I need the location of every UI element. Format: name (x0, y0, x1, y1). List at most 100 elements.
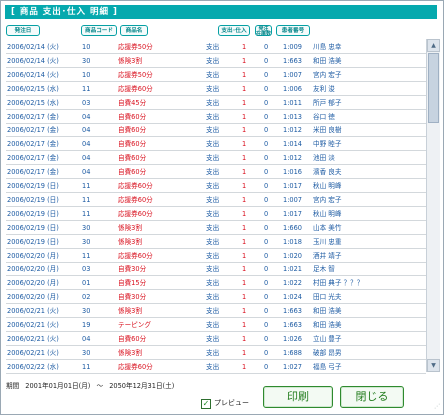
row-qty: 04 (82, 154, 91, 163)
header-code-button[interactable]: 商品コード (81, 25, 117, 36)
table-row[interactable]: 2006/02/20 (月) 03 自費30分 支出 1 0 1:021 足木 智 (6, 261, 426, 277)
table-row[interactable]: 2006/02/14 (火) 10 応援券50分 支出 1 0 1:007 宮内 宏子 (6, 67, 426, 82)
row-name: 応援券60分 (118, 362, 153, 371)
close-button[interactable]: 閉じる (340, 386, 404, 408)
print-button[interactable]: 印刷 (263, 386, 333, 408)
vertical-scrollbar[interactable]: ▲ ▼ (426, 39, 440, 372)
row-date: 2006/02/15 (水) (7, 98, 59, 107)
preview-checkbox[interactable]: ✓ プレビュー (201, 398, 249, 409)
row-who: 池田 淡 (313, 154, 335, 163)
table-row[interactable]: 2006/02/20 (月) 01 自費15分 支出 1 0 1:022 村田 典子 ？？？ (6, 275, 426, 291)
row-who: 田口 光夫 (313, 293, 342, 302)
row-zero: 0 (264, 43, 269, 51)
row-kind: 支出 (206, 321, 220, 329)
table-row[interactable]: 2006/02/19 (日) 11 応援券60分 支出 1 0 1:017 秋山 明峰 (6, 206, 426, 221)
row-name: 自費30分 (118, 265, 147, 274)
row-name: 応援券60分 (118, 251, 153, 260)
table-row[interactable]: 2006/02/21 (火) 30 係険3割 支出 1 0 1:663 和田 浩美 (6, 303, 426, 319)
check-icon[interactable]: ✓ (201, 399, 211, 409)
row-one: 1 (242, 223, 247, 232)
preview-label: プレビュー (214, 399, 249, 407)
table-row[interactable]: 2006/02/19 (日) 30 係険3割 支出 1 0 1:660 山本 美竹 (6, 220, 426, 235)
table-row[interactable]: 2006/02/17 (金) 04 自費60分 支出 1 0 1:013 谷口 徳 (6, 109, 426, 124)
row-date: 2006/02/17 (金) (7, 168, 59, 177)
row-qty: 04 (82, 334, 91, 343)
row-id: 1:022 (283, 279, 303, 288)
row-id: 1:663 (283, 321, 303, 329)
row-qty: 11 (82, 182, 91, 190)
row-who: 米田 良樹 (313, 126, 342, 135)
row-name: 係険3割 (118, 307, 142, 316)
table-row[interactable]: 2006/02/14 (火) 10 応援券50分 支出 1 0 1:009 川島 忠幸 (6, 39, 426, 54)
row-id: 1:021 (283, 265, 303, 274)
row-qty: 30 (82, 223, 91, 232)
row-one: 1 (242, 321, 247, 329)
row-one: 1 (242, 279, 247, 288)
table-row[interactable]: 2006/02/20 (月) 02 自費30分 支出 1 0 1:024 田口 光夫 (6, 289, 426, 305)
row-id: 1:024 (283, 293, 303, 302)
row-one: 1 (242, 362, 247, 371)
table-row[interactable]: 2006/02/17 (金) 04 自費60分 支出 1 0 1:012 米田 良樹 (6, 122, 426, 138)
row-name: 自費60分 (118, 168, 147, 177)
row-zero: 0 (264, 140, 269, 149)
row-qty: 03 (82, 98, 91, 107)
table-row[interactable]: 2006/02/14 (火) 30 係険3割 支出 1 0 1:663 和田 浩美 (6, 53, 426, 68)
row-kind: 支出 (206, 84, 220, 93)
table-row[interactable]: 2006/02/19 (日) 11 応援券60分 支出 1 0 1:017 秋山 明峰 (6, 178, 426, 193)
row-date: 2006/02/20 (月) (7, 279, 59, 288)
row-qty: 11 (82, 209, 91, 218)
row-zero: 0 (264, 279, 269, 288)
table-row[interactable]: 2006/02/17 (金) 04 自費60分 支出 1 0 1:012 池田 淡 (6, 150, 426, 166)
header-kind-button[interactable]: 支出･仕入 (218, 25, 250, 36)
table-row[interactable]: 2006/02/15 (水) 03 自費45分 支出 1 0 1:011 所戸 郁子 (6, 95, 426, 110)
header-stock-button[interactable]: 発注 在庫数 (255, 25, 272, 37)
table-row[interactable]: 2006/02/21 (火) 04 自費60分 支出 1 0 1:026 立山 豊子 (6, 331, 426, 346)
scroll-thumb[interactable] (428, 53, 439, 123)
row-one: 1 (242, 251, 247, 260)
row-zero: 0 (264, 362, 269, 371)
row-qty: 01 (82, 279, 91, 288)
row-id: 1:012 (283, 154, 303, 163)
header-date-button[interactable]: 発注日 (6, 25, 40, 36)
row-id: 1:012 (283, 126, 303, 135)
row-qty: 11 (82, 84, 91, 93)
row-one: 1 (242, 70, 247, 79)
row-who: 友利 浚 (313, 84, 335, 93)
row-one: 1 (242, 56, 247, 65)
row-name: 応援券60分 (118, 195, 153, 204)
row-who: 山本 美竹 (313, 223, 342, 232)
period-label: 期間 (6, 382, 20, 390)
row-kind: 支出 (206, 209, 220, 218)
row-kind: 支出 (206, 237, 220, 246)
table-row[interactable]: 2006/02/17 (金) 04 自費60分 支出 1 0 1:016 濱香 良夫 (6, 164, 426, 180)
row-qty: 11 (82, 251, 91, 260)
scroll-down-icon[interactable]: ▼ (427, 359, 440, 372)
row-name: 自費60分 (118, 334, 147, 343)
row-zero: 0 (264, 321, 269, 329)
row-kind: 支出 (206, 56, 220, 65)
row-zero: 0 (264, 98, 269, 107)
scroll-up-icon[interactable]: ▲ (427, 39, 440, 52)
header-customer-button[interactable]: 患者番号 (276, 25, 310, 36)
table-row[interactable]: 2006/02/21 (火) 19 テーピング 支出 1 0 1:663 和田 浩美 (6, 317, 426, 332)
row-who: 和田 浩美 (313, 321, 342, 329)
row-date: 2006/02/19 (日) (7, 209, 59, 218)
row-one: 1 (242, 126, 247, 135)
table-row[interactable]: 2006/02/22 (水) 11 応援券60分 支出 1 0 1:027 福島 弓子 (6, 359, 426, 374)
row-date: 2006/02/14 (火) (7, 43, 59, 51)
row-who: 川島 忠幸 (313, 43, 342, 51)
header-name-button[interactable]: 商品名 (120, 25, 148, 36)
row-date: 2006/02/17 (金) (7, 126, 59, 135)
row-qty: 30 (82, 348, 91, 357)
resize-grip-icon[interactable]: ⋰ (432, 403, 440, 411)
table-row[interactable]: 2006/02/21 (火) 30 係険3割 支出 1 0 1:688 破部 昂男 (6, 345, 426, 360)
row-date: 2006/02/22 (水) (7, 362, 59, 371)
row-name: 応援券50分 (118, 70, 153, 79)
table-row[interactable]: 2006/02/15 (水) 11 応援券60分 支出 1 0 1:006 友利 浚 (6, 81, 426, 96)
table-row[interactable]: 2006/02/17 (金) 04 自費60分 支出 1 0 1:014 中野 睦子 (6, 136, 426, 152)
table-row[interactable]: 2006/02/19 (日) 30 係険3割 支出 1 0 1:018 玉川 忠重 (6, 234, 426, 249)
row-who: 和田 浩美 (313, 56, 342, 65)
table-row[interactable]: 2006/02/19 (日) 11 応援券60分 支出 1 0 1:007 宮内 宏子 (6, 192, 426, 207)
table-row[interactable]: 2006/02/20 (月) 11 応援券60分 支出 1 0 1:020 酒井 靖子 (6, 248, 426, 263)
row-who: 宮内 宏子 (313, 70, 342, 79)
